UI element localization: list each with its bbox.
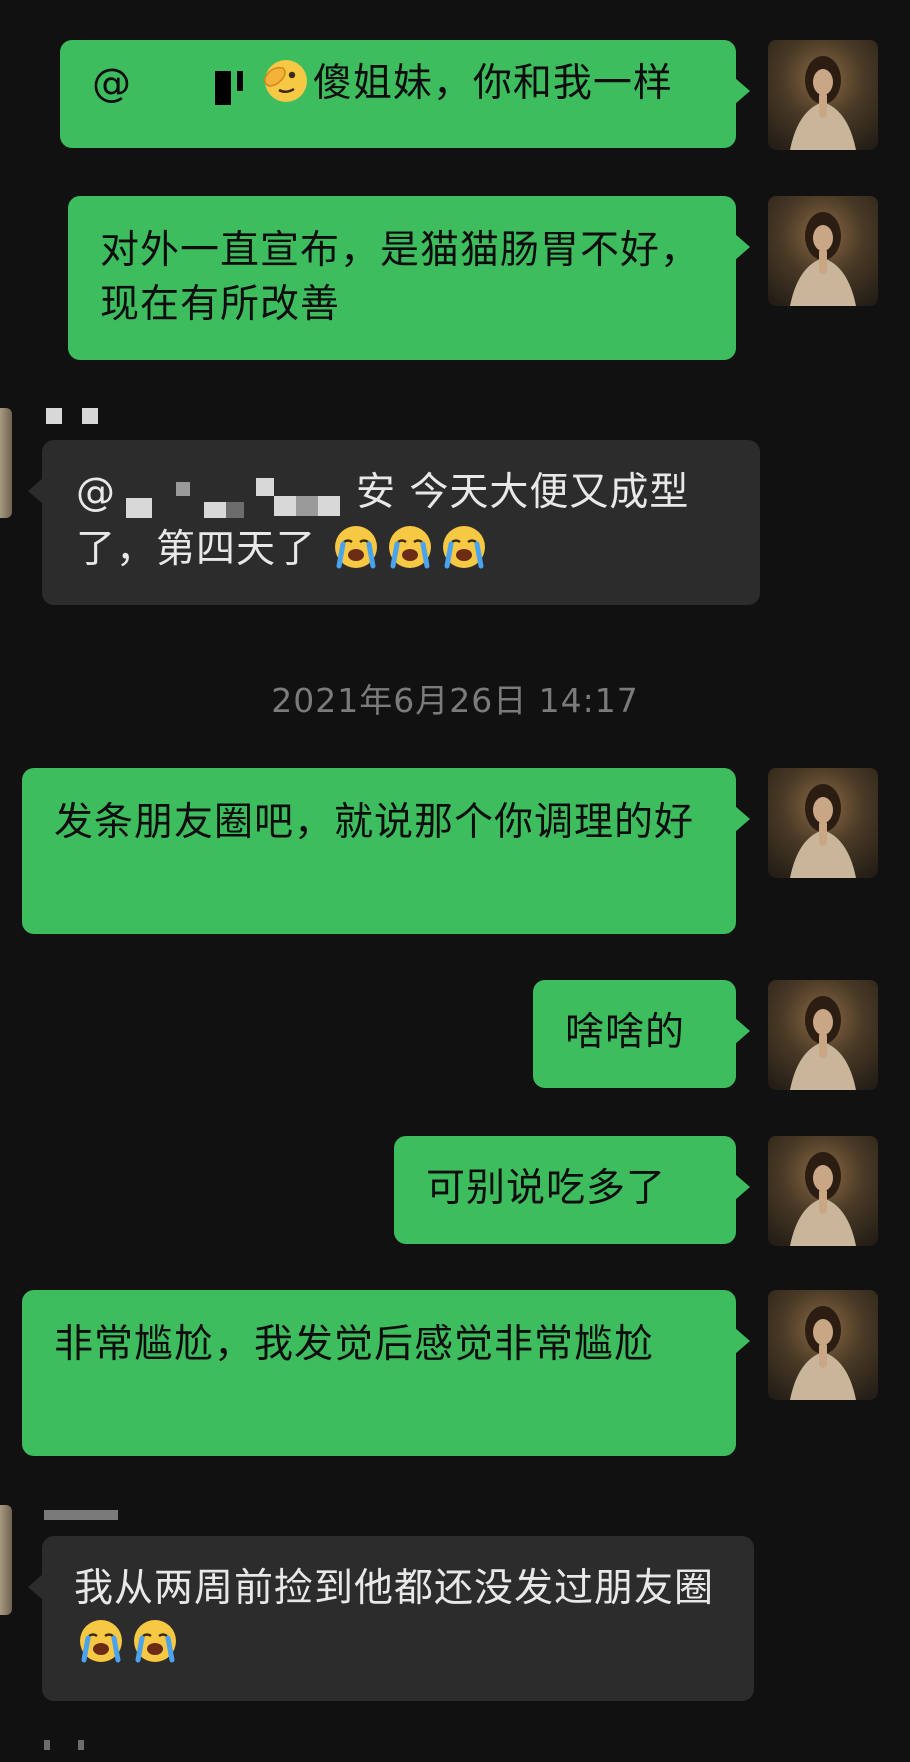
mention-prefix: @	[92, 61, 132, 106]
message-text: 傻姐妹，你和我一样	[312, 61, 673, 106]
message-bubble[interactable]: 非常尴尬，我发觉后感觉非常尴尬	[22, 1290, 750, 1456]
avatar[interactable]	[768, 40, 878, 150]
avatar[interactable]	[768, 196, 878, 306]
message-bubble[interactable]: @ 傻姐妹，你和我一样	[60, 40, 750, 148]
message-text: 可别说吃多了	[426, 1166, 667, 1211]
message-text: 我从两周前捡到他都还没发过朋友圈	[74, 1566, 715, 1611]
avatar[interactable]	[768, 1136, 878, 1246]
message-row: @ 傻姐妹，你和我一样	[0, 0, 910, 160]
sender-avatar[interactable]	[0, 1505, 12, 1615]
loudly-crying-face-icon	[439, 522, 489, 572]
chat-screen: { "messages": [ { "id": 1, "side": "righ…	[0, 0, 910, 1750]
avatar[interactable]	[768, 980, 878, 1090]
message-bubble[interactable]: 可别说吃多了	[394, 1136, 750, 1244]
message-bubble[interactable]: 对外一直宣布，是猫猫肠胃不好，现在有所改善	[68, 196, 750, 360]
redacted-mention	[145, 59, 245, 113]
loudly-crying-face-icon	[130, 1616, 180, 1666]
face-with-hand-over-eye-icon	[261, 56, 311, 106]
avatar[interactable]	[768, 768, 878, 878]
sender-name-redacted	[44, 1510, 124, 1532]
sender-name-redacted	[44, 1740, 124, 1762]
message-text: 非常尴尬，我发觉后感觉非常尴尬	[54, 1322, 655, 1367]
timestamp: 2021年6月26日 14:17	[271, 681, 639, 720]
message-bubble[interactable]: 发条朋友圈吧，就说那个你调理的好	[22, 768, 750, 934]
avatar[interactable]	[768, 1290, 878, 1400]
message-bubble[interactable]: @ 安 今天大便又成型了，第四天了	[28, 440, 760, 605]
redacted-tail: 安	[356, 470, 397, 515]
loudly-crying-face-icon	[331, 522, 381, 572]
message-bubble[interactable]: 啥啥的	[533, 980, 750, 1088]
message-text: 发条朋友圈吧，就说那个你调理的好	[54, 800, 695, 845]
message-text: 啥啥的	[565, 1010, 686, 1055]
loudly-crying-face-icon	[76, 1616, 126, 1666]
sender-avatar[interactable]	[0, 408, 12, 518]
loudly-crying-face-icon	[385, 522, 435, 572]
sender-name-redacted	[44, 408, 104, 430]
mention-prefix: @	[76, 470, 116, 515]
message-text: 对外一直宣布，是猫猫肠胃不好，现在有所改善	[100, 228, 701, 327]
message-bubble[interactable]: 我从两周前捡到他都还没发过朋友圈	[28, 1536, 754, 1701]
redacted-mention	[116, 468, 356, 522]
